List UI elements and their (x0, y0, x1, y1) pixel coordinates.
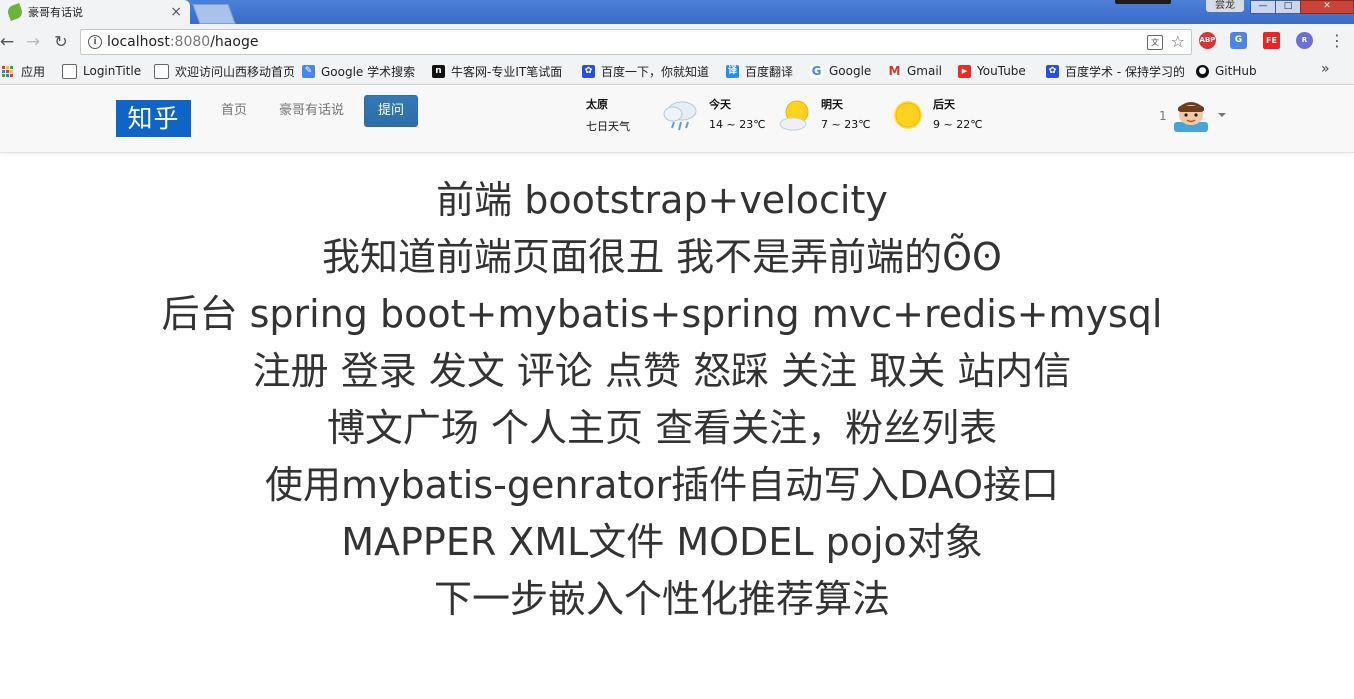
weather-day-temp: 7 ~ 23℃ (821, 118, 871, 131)
content-line-features: 注册 登录 发文 评论 点赞 怒踩 关注 取关 站内信 (252, 349, 1072, 393)
bookmark-apps[interactable]: 应用 (2, 60, 45, 82)
profile-name-chip[interactable]: 尝龙 (1206, 0, 1244, 12)
bookmark-label: GitHub (1215, 64, 1257, 78)
url-host: localhost (107, 34, 170, 50)
address-url[interactable]: localhost:8080/haoge (107, 30, 258, 54)
fehelper-extension-icon[interactable]: FE (1263, 32, 1280, 49)
spring-leaf-favicon-icon (6, 3, 24, 21)
user-avatar[interactable] (1168, 98, 1214, 132)
nowcoder-icon: n (432, 64, 445, 78)
user-notification-count: 1 (1159, 109, 1167, 123)
brand-logo[interactable]: 知乎 (116, 100, 191, 137)
forward-arrow-icon[interactable]: → (22, 31, 44, 53)
bookmark-gmail[interactable]: M Gmail (888, 60, 942, 82)
bookmark-label: LoginTitle (83, 64, 142, 78)
close-window-button[interactable]: ✕ (1300, 0, 1354, 14)
browser-toolbar: ← → ↻ i localhost:8080/haoge 文 ☆ ABP G F… (0, 24, 1354, 60)
nav-link-haoge[interactable]: 豪哥有话说 (279, 100, 344, 122)
bookmark-label: Google 学术搜索 (321, 64, 416, 79)
google-g-icon: G (810, 63, 823, 78)
site-info-icon[interactable]: i (88, 35, 102, 49)
weather-day-label: 明天 (821, 98, 843, 111)
nav-link-home[interactable]: 首页 (221, 100, 247, 122)
translate-page-icon[interactable]: 文 (1147, 35, 1163, 50)
gmail-icon: M (888, 63, 901, 78)
bookmark-baidu[interactable]: ✿ 百度一下，你就知道 (582, 60, 709, 82)
weather-day-label: 后天 (933, 98, 955, 111)
google-scholar-icon: ✎ (302, 64, 315, 78)
bookmark-label: Google (829, 64, 872, 78)
page-icon (154, 63, 169, 79)
page-icon (62, 63, 77, 79)
tab-title: 豪哥有话说 (28, 6, 83, 19)
bookmark-label: 百度学术 - 保持学习的 (1065, 64, 1184, 79)
bookmark-label: Gmail (907, 64, 943, 78)
more-bookmarks-chevron-icon[interactable]: » (1321, 61, 1330, 77)
adblock-plus-extension-icon[interactable]: ABP (1199, 32, 1216, 49)
content-line-pages: 博文广场 个人主页 查看关注，粉丝列表 (326, 406, 998, 450)
bookmark-google-scholar[interactable]: ✎ Google 学术搜索 (302, 60, 415, 82)
sun-icon (894, 101, 922, 129)
content-line-generator: 使用mybatis-genrator插件自动写入DAO接口 (265, 463, 1059, 507)
bookmark-baidu-scholar[interactable]: ✿ 百度学术 - 保持学习的 (1046, 60, 1184, 82)
address-bar[interactable]: i localhost:8080/haoge 文 ☆ (80, 29, 1192, 55)
r-extension-icon[interactable]: R (1296, 32, 1313, 49)
github-icon: ● (1196, 64, 1209, 78)
weather-day-temp: 9 ~ 22℃ (933, 118, 983, 131)
browser-tab-active[interactable]: 豪哥有话说 × (0, 0, 190, 24)
maximize-window-button[interactable]: □ (1275, 0, 1301, 14)
reload-icon[interactable]: ↻ (50, 31, 72, 53)
rain-cloud-icon (663, 101, 697, 131)
main-content: 前端 bootstrap+velocity 我知道前端页面很丑 我不是弄前端的ʘ… (0, 172, 1354, 628)
user-menu-caret-icon[interactable] (1218, 113, 1226, 117)
browser-tab-strip: 豪哥有话说 × 尝龙 — □ ✕ (0, 0, 1354, 24)
apps-grid-icon (2, 65, 13, 77)
content-line-next-step: 下一步嵌入个性化推荐算法 (433, 577, 890, 621)
bookmark-label: YouTube (977, 64, 1026, 78)
weather-day-temp: 14 ~ 23℃ (709, 118, 766, 131)
baidu-translate-icon: 译 (726, 64, 739, 78)
bookmark-github[interactable]: ● GitHub (1196, 60, 1257, 82)
url-path: /haoge (210, 34, 259, 50)
url-port: :8080 (169, 34, 211, 50)
back-arrow-icon[interactable]: ← (0, 31, 18, 53)
content-line-ugly-disclaimer: 我知道前端页面很丑 我不是弄前端的ʘ̃ʘ (322, 235, 1002, 279)
bookmark-baidu-translate[interactable]: 译 百度翻译 (726, 60, 793, 82)
bookmark-label: 百度一下，你就知道 (601, 64, 710, 79)
bookmark-label: 百度翻译 (745, 64, 794, 79)
browser-menu-icon[interactable]: ⋮ (1329, 31, 1345, 51)
site-navbar: 知乎 首页 豪哥有话说 提问 太原 七日天气 今天 14 ~ 23℃ 明天 7 … (0, 85, 1354, 153)
ask-question-button[interactable]: 提问 (364, 95, 418, 127)
content-line-mapper: MAPPER XML文件 MODEL pojo对象 (341, 520, 983, 564)
bookmark-nowcoder[interactable]: n 牛客网-专业IT笔试面 (432, 60, 570, 82)
bookmark-star-icon[interactable]: ☆ (1171, 31, 1185, 53)
window-drag-area (1115, 0, 1171, 4)
new-tab-button[interactable] (192, 4, 236, 24)
bookmarks-bar: 应用 LoginTitle 欢迎访问山西移动首页 ✎ Google 学术搜索 n… (0, 60, 1354, 85)
bookmark-google[interactable]: G Google (810, 60, 871, 82)
weather-day-label: 今天 (709, 98, 731, 111)
bookmark-logintitle[interactable]: LoginTitle (62, 60, 141, 82)
bookmark-youtube[interactable]: ▶ YouTube (958, 60, 1026, 82)
bookmark-label: 欢迎访问山西移动首页 (175, 64, 294, 79)
bookmark-label: 应用 (21, 64, 46, 79)
sun-cloud-icon (779, 100, 809, 131)
tab-close-icon[interactable]: × (170, 5, 182, 19)
weather-subtitle: 七日天气 (586, 120, 630, 133)
bookmark-shanxi-mobile[interactable]: 欢迎访问山西移动首页 (154, 60, 294, 82)
bookmark-label: 牛客网-专业IT笔试面 (451, 64, 563, 79)
youtube-icon: ▶ (958, 64, 971, 78)
content-line-backend: 后台 spring boot+mybatis+spring mvc+redis+… (161, 292, 1163, 336)
minimize-window-button[interactable]: — (1250, 0, 1276, 14)
content-line-frontend: 前端 bootstrap+velocity (436, 178, 888, 222)
baidu-paw-icon: ✿ (582, 64, 595, 78)
google-translate-extension-icon[interactable]: G (1230, 32, 1247, 49)
baidu-paw-icon: ✿ (1046, 64, 1059, 78)
weather-city: 太原 (586, 98, 608, 111)
